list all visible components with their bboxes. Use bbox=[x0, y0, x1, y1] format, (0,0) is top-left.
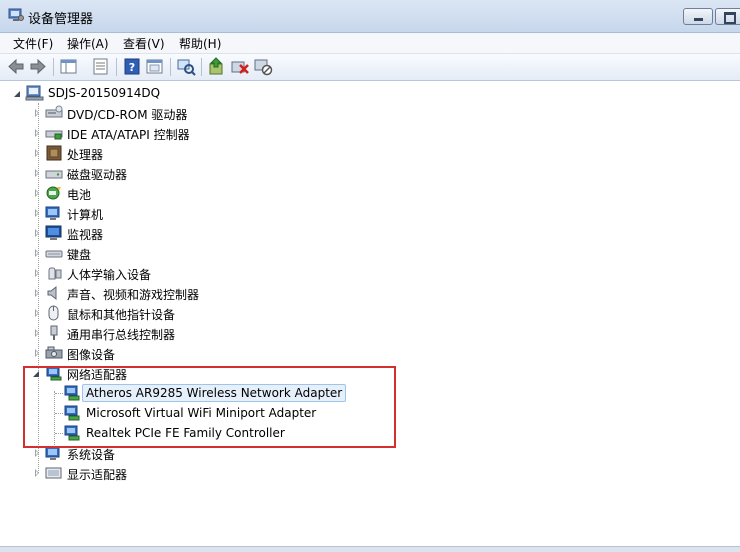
expand-icon[interactable] bbox=[35, 309, 39, 317]
tree-item-label: 处理器 bbox=[67, 148, 104, 162]
tree-item[interactable]: 图像设备 bbox=[0, 343, 400, 363]
tree-item-label: 键盘 bbox=[67, 248, 92, 262]
ide-controller-icon bbox=[45, 125, 63, 141]
expand-icon[interactable] bbox=[35, 209, 39, 217]
scan-hardware-icon[interactable] bbox=[176, 57, 196, 76]
expand-icon[interactable] bbox=[35, 329, 39, 337]
tree-item-label: 磁盘驱动器 bbox=[67, 168, 128, 182]
keyboard-icon bbox=[45, 245, 63, 261]
tree-item[interactable]: 计算机 bbox=[0, 203, 400, 223]
tree-item-label: 电池 bbox=[67, 188, 92, 202]
expand-icon[interactable] bbox=[35, 169, 39, 177]
tree-item[interactable]: 电池 bbox=[0, 183, 400, 203]
expand-icon[interactable] bbox=[35, 349, 39, 357]
tree-root-label: SDJS-20150914DQ bbox=[48, 86, 161, 100]
highlight-annotation bbox=[23, 366, 396, 448]
maximize-button[interactable] bbox=[715, 8, 740, 25]
tree-item-label: 图像设备 bbox=[67, 348, 116, 362]
tree-item-label: 鼠标和其他指针设备 bbox=[67, 308, 176, 322]
monitor-icon bbox=[45, 225, 62, 241]
expand-icon[interactable] bbox=[35, 289, 39, 297]
minimize-button[interactable] bbox=[683, 8, 713, 25]
imaging-icon bbox=[45, 345, 63, 361]
tree-item-label: 声音、视频和游戏控制器 bbox=[67, 288, 200, 302]
menu-bar: 文件(F) 操作(A) 查看(V) 帮助(H) bbox=[0, 33, 740, 54]
window-title: 设备管理器 bbox=[28, 12, 94, 27]
expand-icon[interactable] bbox=[35, 189, 39, 197]
tree-item-label: 显示适配器 bbox=[67, 468, 128, 482]
expand-icon[interactable] bbox=[35, 149, 39, 157]
title-bar: 设备管理器 bbox=[0, 0, 740, 33]
status-bar bbox=[0, 546, 740, 552]
expand-icon[interactable] bbox=[35, 449, 39, 457]
tree-item[interactable]: DVD/CD-ROM 驱动器 bbox=[0, 103, 400, 123]
forward-arrow-icon[interactable] bbox=[28, 57, 48, 76]
expand-icon[interactable] bbox=[35, 129, 39, 137]
tree-item[interactable]: 鼠标和其他指针设备 bbox=[0, 303, 400, 323]
update-driver-icon[interactable] bbox=[207, 57, 227, 76]
disk-drive-icon bbox=[45, 165, 63, 181]
svg-text:?: ? bbox=[129, 61, 135, 74]
hid-icon bbox=[45, 265, 62, 281]
tree-item[interactable]: 磁盘驱动器 bbox=[0, 163, 400, 183]
tree-item-label: 监视器 bbox=[67, 228, 104, 242]
tree-item[interactable]: 声音、视频和游戏控制器 bbox=[0, 283, 400, 303]
expand-icon[interactable] bbox=[35, 249, 39, 257]
collapse-icon[interactable] bbox=[14, 91, 20, 97]
device-tree[interactable]: SDJS-20150914DQ DVD/CD-ROM 驱动器 IDE ATA/A… bbox=[0, 81, 740, 546]
usb-icon bbox=[45, 325, 61, 341]
tree-item[interactable]: 显示适配器 bbox=[0, 463, 400, 483]
menu-file[interactable]: 文件(F) bbox=[11, 35, 55, 52]
tree-root[interactable]: SDJS-20150914DQ bbox=[0, 83, 400, 103]
menu-action[interactable]: 操作(A) bbox=[65, 35, 111, 52]
computer-root-icon bbox=[25, 85, 44, 101]
menu-help[interactable]: 帮助(H) bbox=[177, 35, 223, 52]
mouse-icon bbox=[45, 305, 61, 321]
display-adapter-icon bbox=[45, 465, 62, 481]
tree-item[interactable]: 处理器 bbox=[0, 143, 400, 163]
device-manager-icon bbox=[8, 8, 24, 22]
tree-item-label: DVD/CD-ROM 驱动器 bbox=[67, 108, 188, 122]
battery-icon bbox=[45, 185, 61, 201]
show-hide-pane-icon[interactable] bbox=[145, 57, 165, 76]
processor-icon bbox=[45, 145, 62, 161]
tree-item-label: 系统设备 bbox=[67, 448, 116, 462]
tree-item[interactable]: 通用串行总线控制器 bbox=[0, 323, 400, 343]
sound-icon bbox=[45, 285, 61, 301]
computer-icon bbox=[45, 205, 61, 221]
toolbar: ? bbox=[0, 54, 740, 81]
help-icon[interactable]: ? bbox=[122, 57, 142, 76]
tree-item-label: 人体学输入设备 bbox=[67, 268, 152, 282]
expand-icon[interactable] bbox=[35, 269, 39, 277]
tree-item[interactable]: 监视器 bbox=[0, 223, 400, 243]
dvd-drive-icon bbox=[45, 105, 63, 121]
expand-icon[interactable] bbox=[35, 469, 39, 477]
tree-item[interactable]: 键盘 bbox=[0, 243, 400, 263]
expand-icon[interactable] bbox=[35, 229, 39, 237]
uninstall-icon[interactable] bbox=[230, 57, 250, 76]
tree-item-label: 通用串行总线控制器 bbox=[67, 328, 176, 342]
menu-view[interactable]: 查看(V) bbox=[121, 35, 167, 52]
tree-item[interactable]: IDE ATA/ATAPI 控制器 bbox=[0, 123, 400, 143]
tree-item-label: 计算机 bbox=[67, 208, 104, 222]
properties-icon[interactable] bbox=[91, 57, 111, 76]
back-arrow-icon[interactable] bbox=[6, 57, 26, 76]
tree-item[interactable]: 人体学输入设备 bbox=[0, 263, 400, 283]
console-tree-icon[interactable] bbox=[59, 57, 79, 76]
disable-device-icon[interactable] bbox=[253, 57, 273, 76]
tree-item-label: IDE ATA/ATAPI 控制器 bbox=[67, 128, 190, 142]
expand-icon[interactable] bbox=[35, 109, 39, 117]
